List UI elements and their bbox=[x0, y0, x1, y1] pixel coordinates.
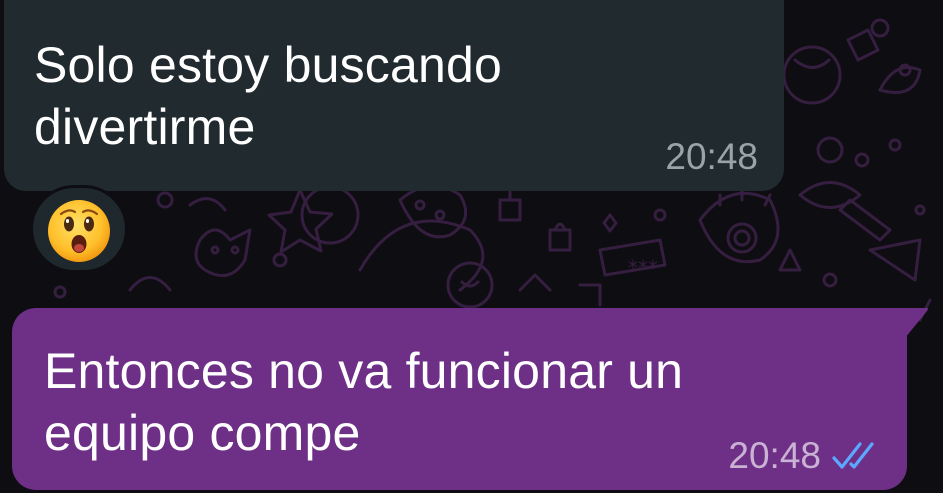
message-time: 20:48 bbox=[665, 136, 758, 177]
message-text: Entonces no va funcionar un equipo compe bbox=[44, 343, 684, 461]
outgoing-message-bubble[interactable]: Entonces no va funcionar un equipo compe… bbox=[12, 308, 928, 490]
bubble-tail bbox=[905, 308, 928, 338]
svg-text:***: *** bbox=[628, 256, 658, 280]
message-text: Solo estoy buscando divertirme bbox=[34, 37, 503, 155]
message-reaction[interactable]: 😮 bbox=[30, 185, 128, 273]
message-meta: 20:48 bbox=[728, 436, 879, 476]
message-time: 20:48 bbox=[728, 435, 821, 476]
double-check-icon bbox=[832, 442, 874, 469]
chat-area: *** Solo estoy buscando divertirme 20:48 bbox=[0, 0, 943, 493]
incoming-message-bubble[interactable]: Solo estoy buscando divertirme 20:48 bbox=[4, 0, 784, 191]
astonished-face-emoji-icon bbox=[48, 200, 110, 262]
